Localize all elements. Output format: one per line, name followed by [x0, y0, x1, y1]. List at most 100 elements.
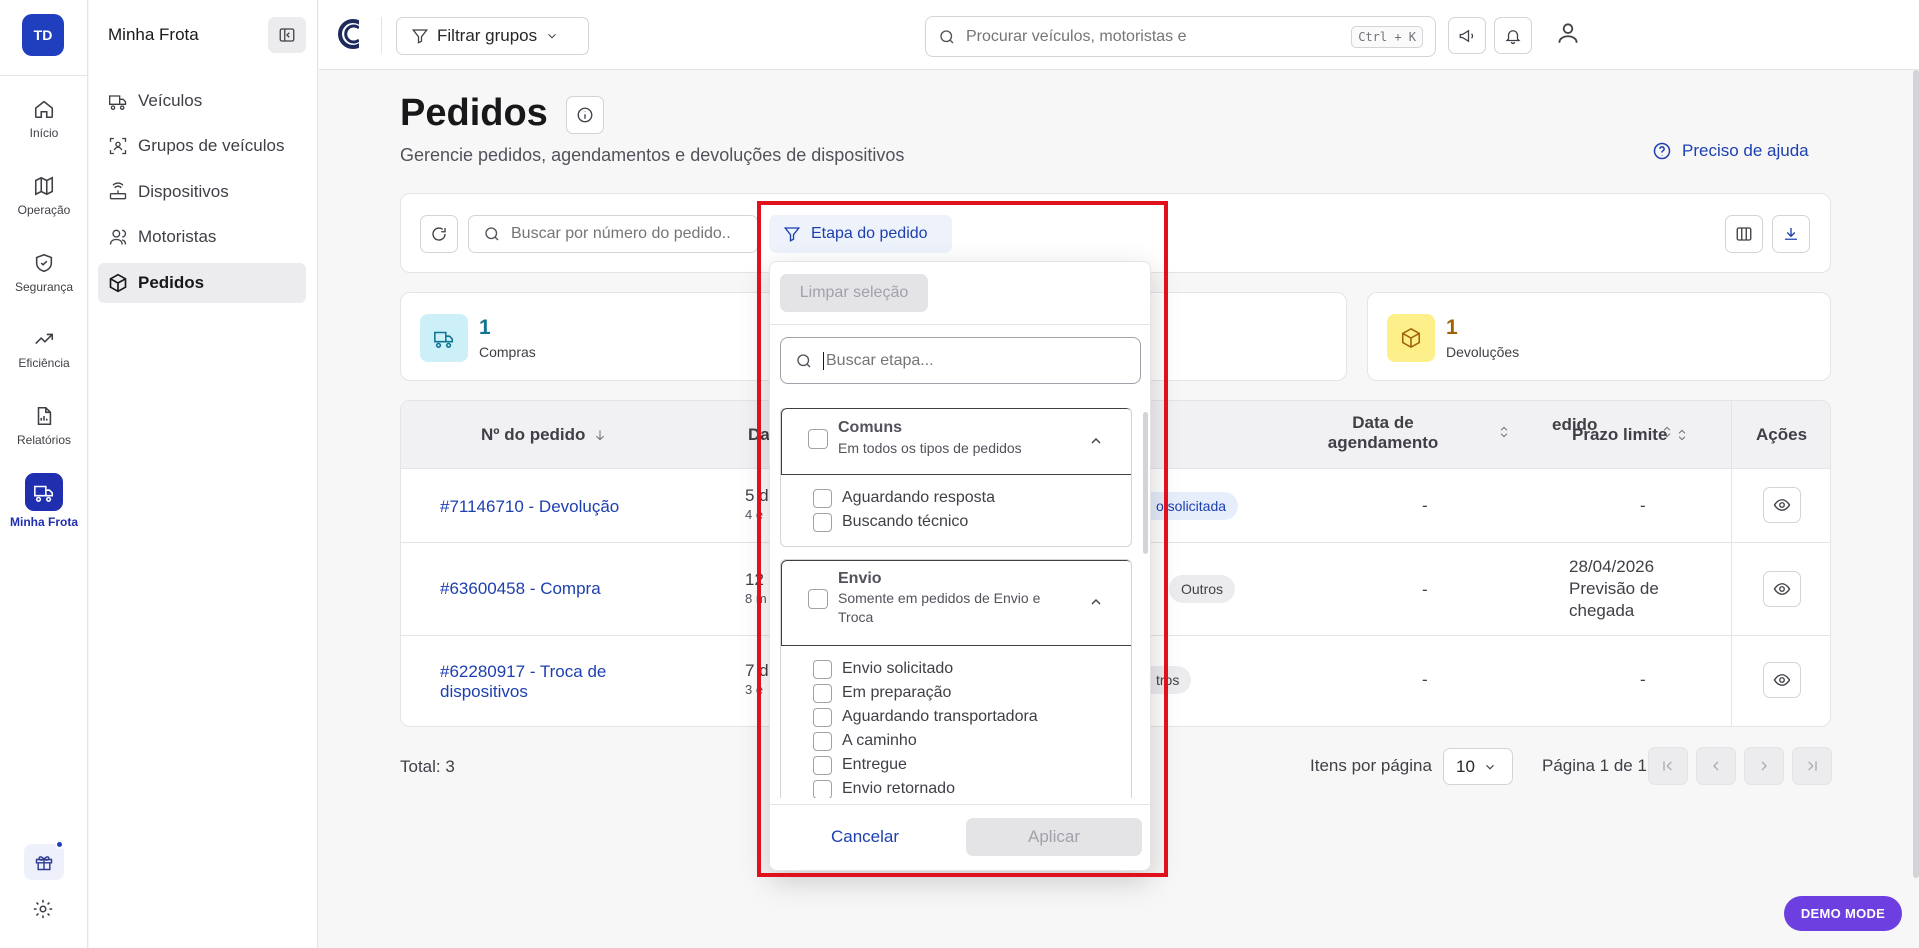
th-deadline[interactable]: Prazo limite [1572, 425, 1689, 445]
stage-option[interactable]: Em preparação [813, 682, 951, 704]
global-search-input[interactable] [966, 27, 1342, 46]
page-scrollbar[interactable] [1913, 70, 1919, 878]
download-button[interactable] [1772, 215, 1810, 253]
stage-option[interactable]: Entregue [813, 754, 907, 776]
stage-search[interactable] [780, 337, 1141, 384]
top-header: Filtrar grupos Ctrl + K [319, 0, 1919, 70]
info-button[interactable] [566, 96, 604, 134]
rail-item-seguranca[interactable]: Segurança [0, 252, 88, 316]
sidebar-item-label: Motoristas [138, 227, 217, 246]
stage-search-input[interactable] [823, 351, 1126, 370]
prev-page-button[interactable] [1696, 747, 1736, 785]
rail-item-relatorios[interactable]: Relatórios [0, 405, 88, 469]
rail-item-minha-frota[interactable]: Minha Frota [0, 473, 88, 537]
global-search[interactable]: Ctrl + K [925, 16, 1436, 57]
stage-options-list[interactable]: Comuns Em todos os tipos de pedidos Agua… [780, 408, 1132, 798]
option-checkbox[interactable] [813, 512, 832, 532]
option-checkbox[interactable] [813, 755, 832, 775]
stage-option[interactable]: Buscando técnico [813, 511, 968, 533]
first-page-button[interactable] [1648, 747, 1688, 785]
megaphone-icon [1459, 29, 1474, 42]
account-avatar[interactable]: TD [22, 14, 64, 56]
group-header[interactable]: Envio Somente em pedidos de Envio e Troc… [781, 560, 1131, 646]
rail-item-operacao[interactable]: Operação [0, 175, 88, 239]
view-order-button[interactable] [1763, 662, 1801, 698]
order-link[interactable]: #62280917 - Troca de dispositivos [440, 662, 640, 701]
sidebar-item-grupos[interactable]: Grupos de veículos [98, 126, 306, 166]
cell-schedule: - [1422, 496, 1428, 515]
settings-button[interactable] [32, 898, 56, 922]
cancel-button[interactable]: Cancelar [790, 818, 940, 856]
stage-option[interactable]: Envio solicitado [813, 658, 953, 680]
clear-selection-button[interactable]: Limpar seleção [780, 274, 928, 312]
order-search-input[interactable] [511, 225, 741, 243]
truck-icon [34, 485, 54, 502]
items-per-page-select[interactable]: 10 [1443, 748, 1513, 785]
sidebar-item-dispositivos[interactable]: Dispositivos [98, 172, 306, 212]
group-description: Somente em pedidos de Envio e Troca [838, 590, 1041, 625]
th-order-no[interactable]: Nº do pedido [481, 425, 607, 445]
gift-button[interactable] [24, 844, 64, 880]
stage-filter-label: Etapa do pedido [811, 225, 928, 242]
filter-groups-button[interactable]: Filtrar grupos [396, 17, 589, 55]
filter-groups-label: Filtrar grupos [437, 26, 538, 45]
user-menu-button[interactable] [1555, 20, 1585, 50]
page-info: Página 1 de 1 [1542, 756, 1647, 775]
help-link-label: Preciso de ajuda [1682, 141, 1809, 160]
next-page-button[interactable] [1744, 747, 1784, 785]
option-checkbox[interactable] [813, 779, 832, 798]
brand-logo-icon[interactable] [337, 18, 369, 50]
stage-option[interactable]: Aguardando transportadora [813, 706, 1038, 728]
option-checkbox[interactable] [813, 683, 832, 703]
eye-icon [1773, 499, 1791, 511]
stage-option[interactable]: Aguardando resposta [813, 487, 995, 509]
view-order-button[interactable] [1763, 571, 1801, 607]
option-checkbox[interactable] [813, 731, 832, 751]
help-link[interactable]: Preciso de ajuda [1652, 141, 1809, 161]
collapse-toggle[interactable] [1088, 433, 1104, 449]
stage-option[interactable]: A caminho [813, 730, 917, 752]
stat-label: Devoluções [1446, 344, 1520, 360]
chevron-down-icon [548, 33, 556, 39]
order-search[interactable] [468, 215, 758, 253]
group-header[interactable]: Comuns Em todos os tipos de pedidos [781, 408, 1131, 475]
collapse-sidebar-button[interactable] [268, 17, 306, 53]
collapse-toggle[interactable] [1088, 594, 1104, 610]
announcements-button[interactable] [1448, 17, 1486, 54]
columns-button[interactable] [1725, 215, 1763, 253]
search-icon [797, 353, 811, 367]
th-schedule-sort[interactable] [1497, 425, 1511, 439]
trending-up-icon [35, 333, 54, 345]
rail-item-eficiencia[interactable]: Eficiência [0, 328, 88, 392]
option-checkbox[interactable] [813, 659, 832, 679]
page-subtitle: Gerencie pedidos, agendamentos e devoluç… [400, 145, 905, 165]
refresh-button[interactable] [420, 215, 458, 253]
notifications-button[interactable] [1494, 17, 1532, 54]
map-icon [34, 176, 54, 196]
stage-filter-button[interactable]: Etapa do pedido [769, 215, 952, 253]
group-checkbox[interactable] [808, 429, 828, 449]
rail-item-label: Eficiência [18, 356, 70, 370]
sidebar-item-label: Grupos de veículos [138, 136, 285, 155]
demo-mode-badge[interactable]: DEMO MODE [1784, 896, 1902, 931]
rail-item-inicio[interactable]: Início [0, 98, 88, 162]
option-checkbox[interactable] [813, 488, 832, 508]
gift-icon [35, 856, 53, 871]
view-order-button[interactable] [1763, 487, 1801, 523]
order-link[interactable]: #63600458 - Compra [440, 579, 601, 599]
device-icon [109, 182, 127, 200]
th-label: Nº do pedido [481, 425, 586, 444]
group-checkbox[interactable] [808, 589, 828, 609]
chevron-up-icon [1091, 599, 1101, 605]
apply-button[interactable]: Aplicar [966, 818, 1142, 856]
sidebar-item-motoristas[interactable]: Motoristas [98, 217, 306, 257]
option-checkbox[interactable] [813, 707, 832, 727]
sidebar-item-pedidos[interactable]: Pedidos [98, 263, 306, 303]
sidebar-item-veiculos[interactable]: Veículos [98, 81, 306, 121]
th-schedule[interactable]: Data de agendamento [1323, 413, 1443, 454]
dropdown-scrollbar[interactable] [1143, 412, 1148, 554]
th-partial-d: Da [748, 425, 770, 445]
last-page-button[interactable] [1792, 747, 1832, 785]
order-link[interactable]: #71146710 - Devolução [440, 497, 619, 517]
stage-option[interactable]: Envio retornado [813, 778, 955, 798]
